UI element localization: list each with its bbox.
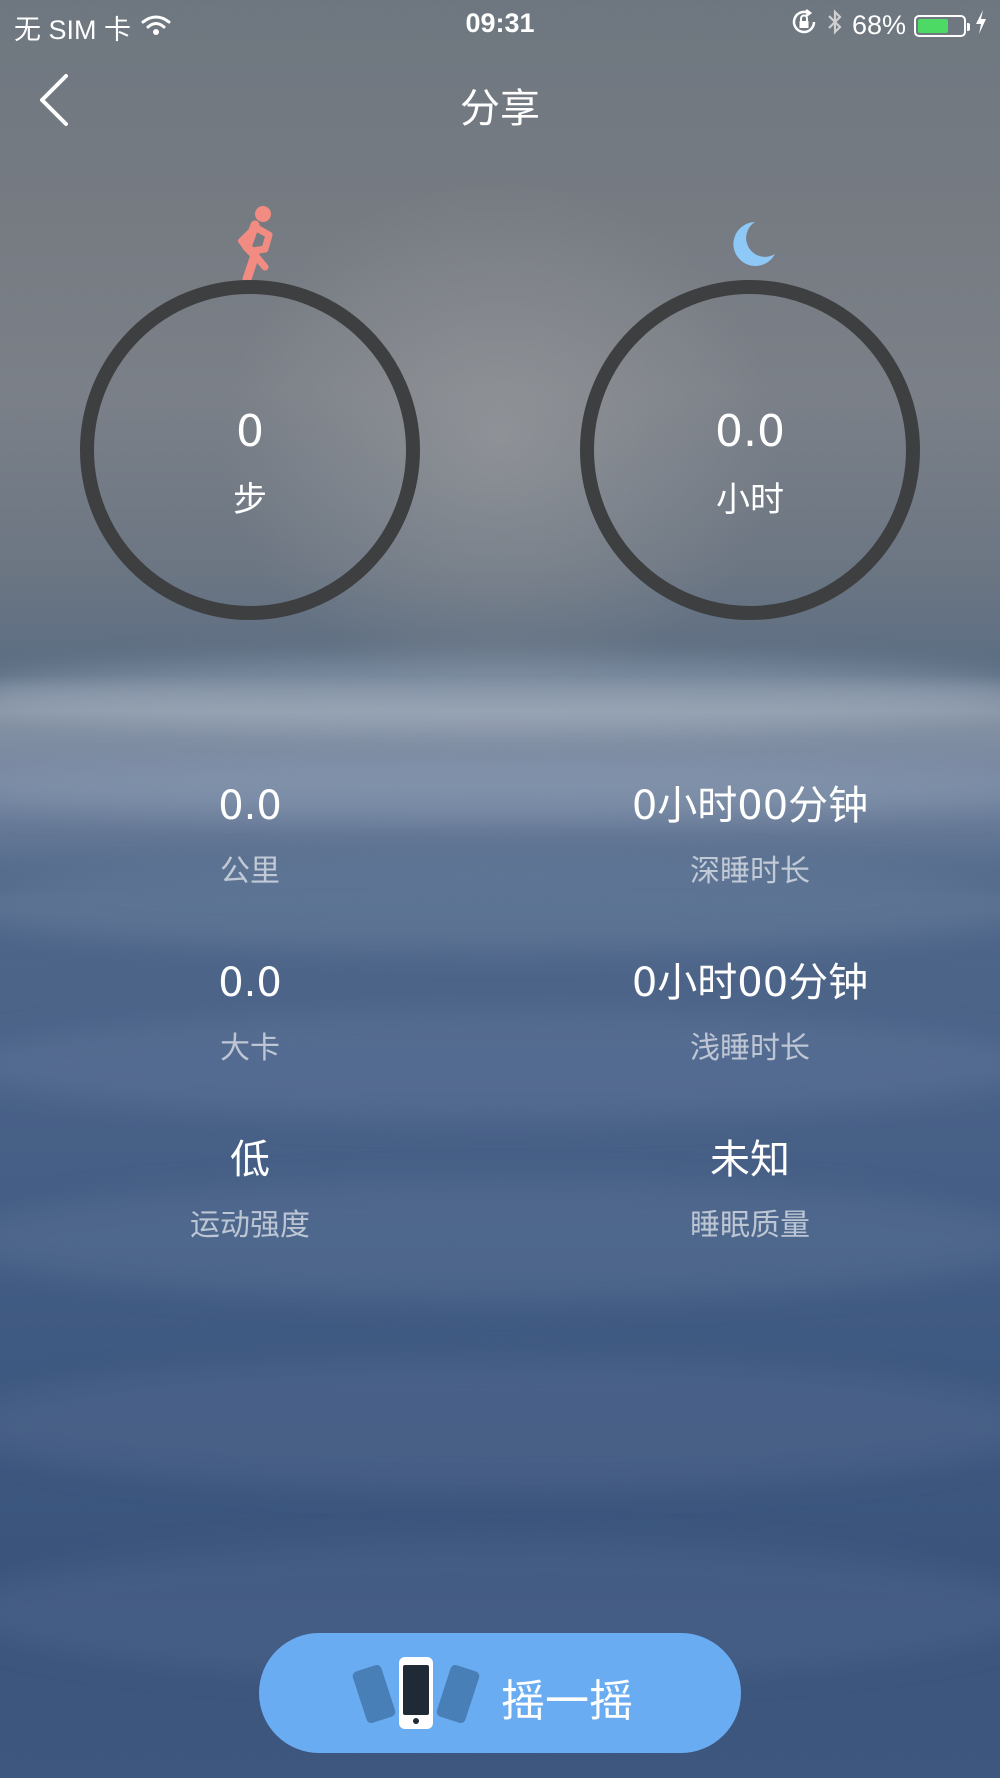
page-title: 分享 bbox=[460, 86, 540, 132]
calories-value: 0.0 bbox=[218, 960, 282, 1006]
light-sleep-stat: 0小时00分钟 浅睡时长 bbox=[540, 955, 960, 1067]
steps-unit: 步 bbox=[233, 480, 267, 520]
steps-ring-block: 0 步 bbox=[80, 200, 420, 630]
bluetooth-icon bbox=[826, 8, 844, 43]
sleep-quality-value: 未知 bbox=[710, 1137, 790, 1183]
distance-stat: 0.0 公里 bbox=[40, 778, 460, 890]
steps-ring: 0 步 bbox=[80, 280, 420, 620]
battery-cap bbox=[967, 22, 970, 31]
sleep-quality-stat: 未知 睡眠质量 bbox=[540, 1132, 960, 1244]
charging-icon bbox=[974, 9, 988, 42]
sleep-ring: 0.0 小时 bbox=[580, 280, 920, 620]
moon-icon bbox=[725, 218, 779, 276]
battery-percent: 68% bbox=[851, 10, 906, 40]
deep-sleep-stat: 0小时00分钟 深睡时长 bbox=[540, 778, 960, 890]
shake-button[interactable]: 摇一摇 bbox=[259, 1633, 741, 1753]
distance-label: 公里 bbox=[220, 854, 280, 889]
status-right: 68% bbox=[790, 8, 988, 43]
calories-stat: 0.0 大卡 bbox=[40, 955, 460, 1067]
sleep-value: 0.0 bbox=[715, 406, 785, 457]
nav-bar: 分享 bbox=[0, 60, 1000, 140]
shake-phone-icon bbox=[351, 1655, 481, 1733]
steps-value: 0 bbox=[236, 406, 264, 457]
sleep-unit: 小时 bbox=[716, 480, 784, 520]
status-bar: 无 SIM 卡 09:31 68% bbox=[0, 0, 1000, 50]
sleep-ring-block: 0.0 小时 bbox=[580, 200, 920, 630]
deep-sleep-label: 深睡时长 bbox=[690, 854, 810, 889]
battery-fill bbox=[918, 18, 948, 33]
light-sleep-value: 0小时00分钟 bbox=[631, 960, 869, 1006]
distance-value: 0.0 bbox=[218, 783, 282, 829]
rotation-lock-icon bbox=[790, 8, 818, 43]
intensity-stat: 低 运动强度 bbox=[40, 1132, 460, 1244]
light-sleep-label: 浅睡时长 bbox=[690, 1031, 810, 1066]
battery-icon bbox=[914, 14, 970, 37]
sleep-quality-label: 睡眠质量 bbox=[690, 1208, 810, 1243]
deep-sleep-value: 0小时00分钟 bbox=[631, 783, 869, 829]
shake-label: 摇一摇 bbox=[501, 1676, 633, 1727]
intensity-value: 低 bbox=[230, 1137, 270, 1183]
calories-label: 大卡 bbox=[220, 1031, 280, 1066]
running-person-icon bbox=[225, 205, 285, 289]
intensity-label: 运动强度 bbox=[190, 1208, 310, 1243]
